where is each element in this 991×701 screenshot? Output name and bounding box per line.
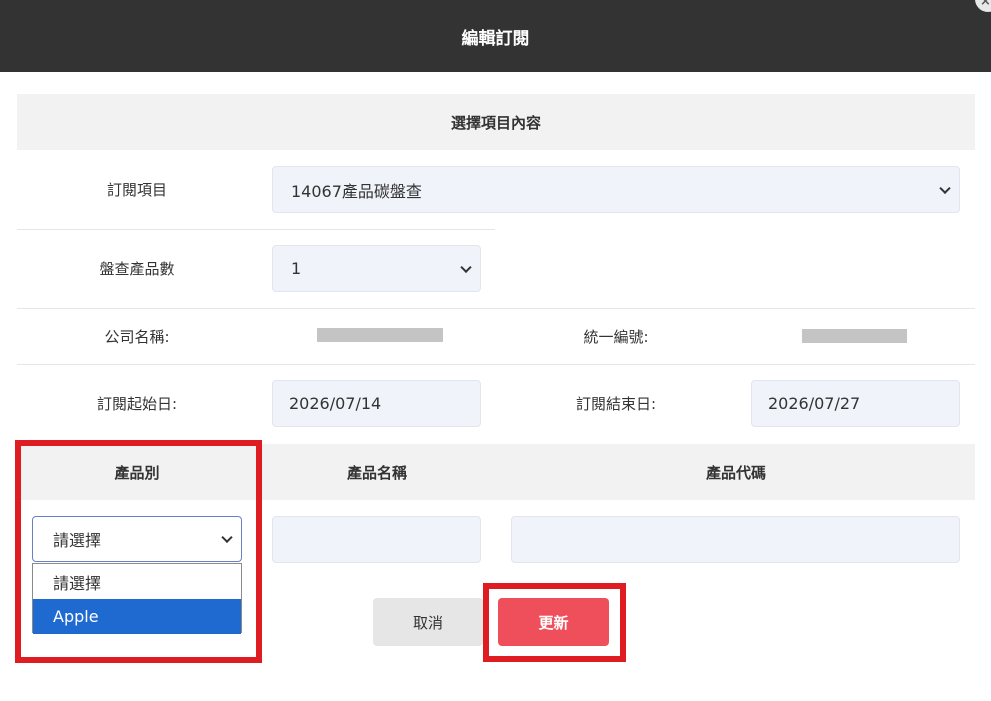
- product-name-header: 產品名稱: [346, 463, 407, 482]
- start-date-label: 訂閱起始日:: [96, 395, 178, 413]
- product-code-header: 產品代碼: [705, 463, 766, 482]
- product-count-value: 1: [291, 259, 302, 278]
- divider: [17, 364, 975, 365]
- end-date-value: 2026/07/27: [768, 394, 861, 413]
- subscription-item-label: 訂閱項目: [106, 180, 167, 199]
- modal-header: 編輯訂閱 ×: [0, 0, 991, 72]
- modal-title: 編輯訂閱: [461, 28, 530, 49]
- subscription-item-select[interactable]: 14067產品碳盤查: [272, 166, 960, 213]
- product-count-select[interactable]: 1: [272, 245, 481, 292]
- divider: [17, 308, 975, 309]
- chevron-down-icon: [460, 261, 472, 273]
- section-title: 選擇項目內容: [17, 94, 975, 150]
- tax-id-redacted: [802, 329, 907, 343]
- end-date-input[interactable]: 2026/07/27: [751, 380, 960, 427]
- divider: [17, 229, 495, 230]
- product-code-input[interactable]: [511, 516, 960, 563]
- subscription-item-value: 14067產品碳盤查: [291, 181, 422, 201]
- start-date-value: 2026/07/14: [289, 394, 382, 413]
- tax-id-label: 統一編號:: [583, 327, 649, 346]
- company-name-label: 公司名稱:: [104, 327, 170, 346]
- highlight-box-update: [483, 583, 626, 662]
- product-name-input[interactable]: [272, 516, 481, 563]
- highlight-box-category: [15, 440, 262, 663]
- company-name-redacted: [317, 328, 443, 342]
- section-title-text: 選擇項目內容: [450, 113, 541, 132]
- cancel-button[interactable]: 取消: [373, 598, 483, 646]
- close-icon[interactable]: ×: [975, 0, 991, 12]
- product-count-label: 盤查產品數: [99, 260, 175, 278]
- chevron-down-icon: [939, 182, 951, 194]
- start-date-input[interactable]: 2026/07/14: [272, 380, 481, 427]
- end-date-label: 訂閱結束日:: [575, 395, 657, 413]
